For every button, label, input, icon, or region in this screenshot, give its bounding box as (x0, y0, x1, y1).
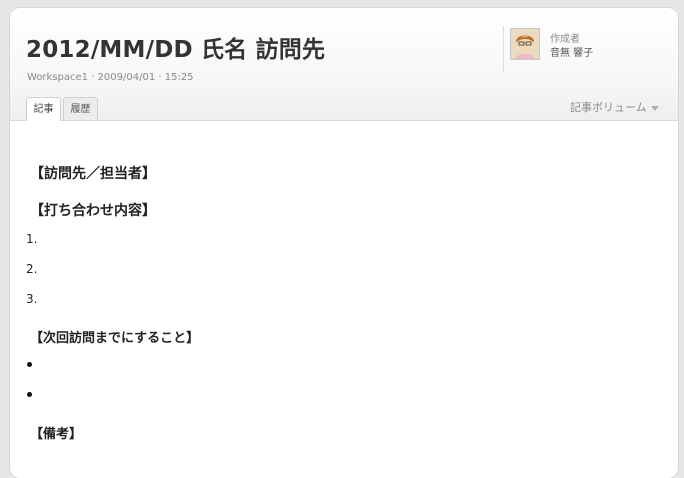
numbered-item-1: 1. (26, 232, 38, 246)
author-label: 作成者 (550, 34, 580, 45)
user-avatar-icon[interactable] (510, 28, 540, 60)
bullet-item-2 (27, 392, 32, 397)
article-header: 2012/MM/DD 氏名 訪問先 Workspace1 · 2009/04/0… (10, 8, 678, 121)
article-volume-label: 記事ボリューム (570, 101, 647, 114)
article-volume-dropdown[interactable]: 記事ボリューム (570, 99, 659, 115)
avatar-illustration (511, 29, 539, 59)
author-box: 作成者 音無 響子 (503, 26, 664, 72)
caret-down-icon (650, 105, 659, 111)
numbered-item-3: 3. (26, 292, 38, 306)
heading-todo: 【次回訪問までにすること】 (30, 331, 200, 346)
tab-history[interactable]: 履歴 (63, 97, 98, 120)
heading-visit-contact: 【訪問先／担当者】 (30, 166, 156, 182)
numbered-item-2: 2. (26, 262, 38, 276)
page-title: 2012/MM/DD 氏名 訪問先 (26, 37, 326, 63)
article-card: 2012/MM/DD 氏名 訪問先 Workspace1 · 2009/04/0… (10, 8, 678, 478)
heading-notes: 【備考】 (30, 427, 83, 442)
heading-meeting-content: 【打ち合わせ内容】 (30, 203, 156, 219)
bullet-item-1 (27, 362, 32, 367)
article-meta: Workspace1 · 2009/04/01 · 15:25 (27, 72, 194, 83)
tab-article[interactable]: 記事 (26, 97, 61, 121)
author-name[interactable]: 音無 響子 (550, 44, 593, 59)
